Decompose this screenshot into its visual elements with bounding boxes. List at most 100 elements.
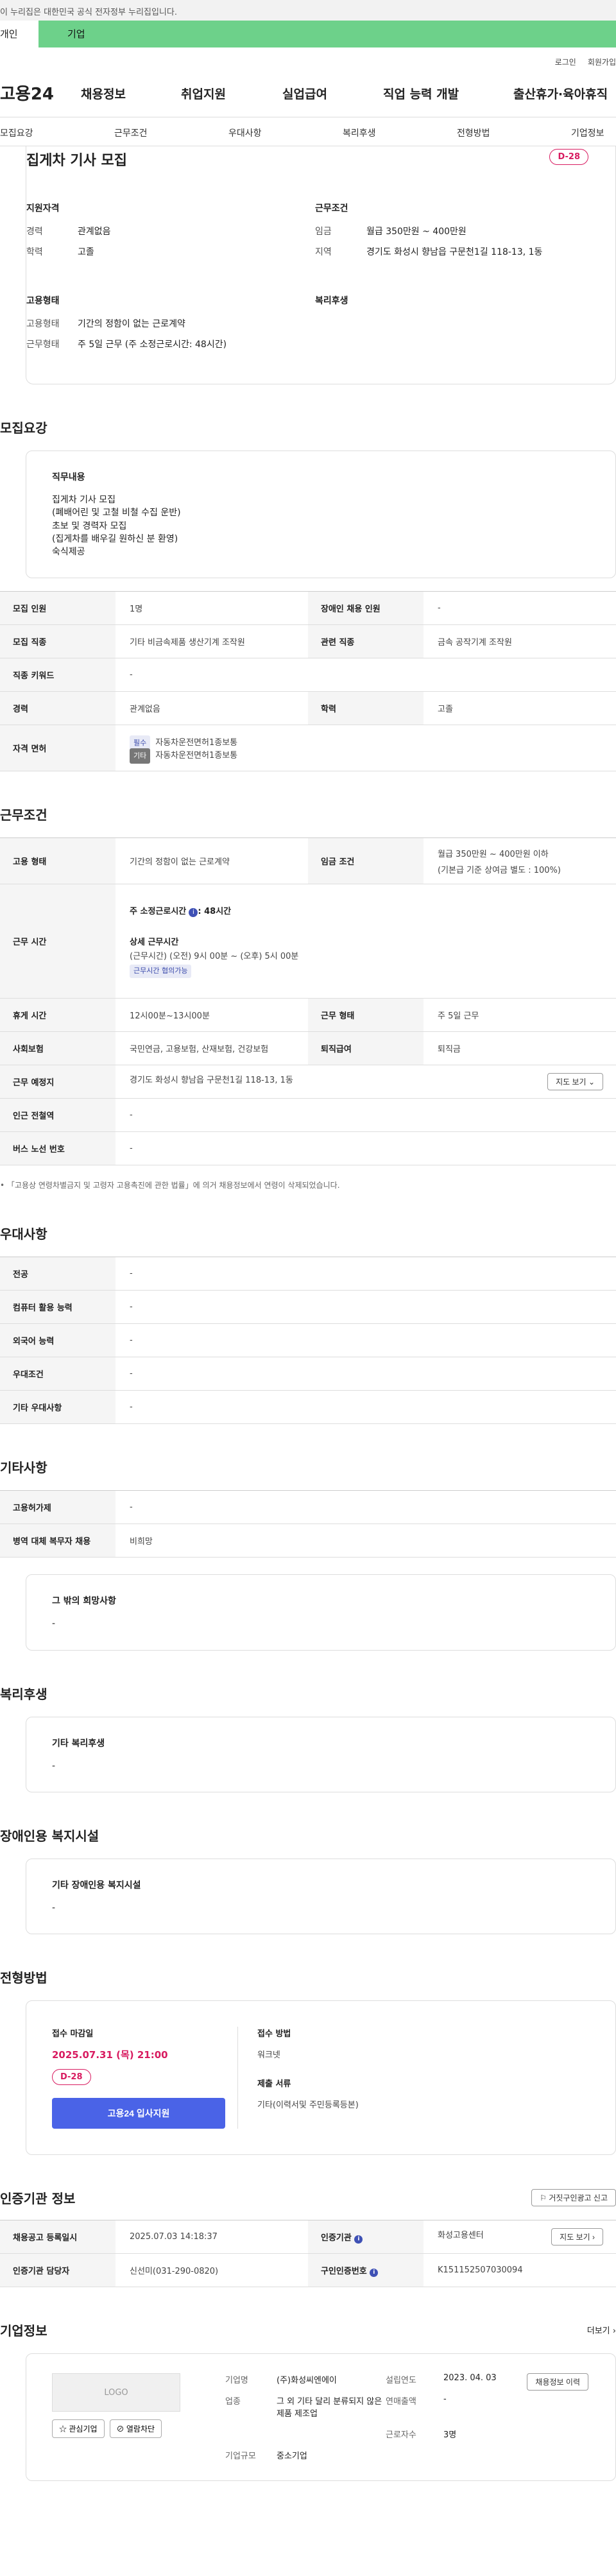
welfare-text: - [52,1760,56,1771]
lnb-recruit[interactable]: 모집요강 [0,126,33,139]
wage-label: 임금 조건 [308,837,424,885]
gnb-skills[interactable]: 직업 능력 개발 [383,85,459,102]
table-row: 모집 인원 1명 장애인 채용 인원 - [0,591,616,626]
login-link[interactable]: 로그인 [555,56,576,67]
job-type-value: 기타 비금속제품 생산기계 조작원 [116,624,308,659]
edu-value: 고졸 [424,691,616,726]
summary-conditions: 근무조건 임금 월급 350만원 ~ 400만원 지역 경기도 화성시 향남읍 구문… [315,202,591,358]
deadline-value: 2025.07.31 (목) 21:00 [52,2049,168,2061]
method-heading: 접수 방법 [257,2029,291,2039]
site-logo[interactable]: 고용24 [0,81,54,105]
corp-name-value: (주)화성씨엔에이 [277,2376,337,2386]
table-row: 모집 직종 기타 비금속제품 생산기계 조작원 관련 직종 금속 공작기계 조작원 [0,624,616,659]
corp-section-title: 기업정보 [0,2323,47,2339]
license-1: 자동차운전면허1종보통 [155,737,238,748]
table-row: 경력 관계없음 학력 고졸 [0,691,616,726]
station-label: 인근 전철역 [0,1098,116,1133]
tab-corporate[interactable]: 기업 [38,21,616,47]
staff-label: 근로자수 [386,2430,416,2441]
block-view-button[interactable]: ⊘ 열람차단 [109,2419,162,2439]
etc-table: 고용허가제 - 병역 대체 복무자 채용 비희망 [0,1490,616,1558]
tab-personal[interactable]: 개인 [0,21,38,47]
apply-dday-badge: D-28 [52,2069,91,2086]
gnb-parental-leave[interactable]: 출산휴가·육아휴직 [513,85,608,102]
emptype-label: 고용 형태 [0,837,116,885]
star-icon: ☆ [59,2425,67,2434]
corp-box: LOGO ☆ 관심기업 ⊘ 열람차단 기업명 (주)화성씨엔에이 설립연도 2023… [26,2353,616,2482]
summary-career-label: 경력 [26,227,43,237]
pref-table: 전공 - 컴퓨터 활용 능력 - 외국어 능력 - 우대조건 - 기타 우대사항 - [0,1257,616,1425]
job-title: 집게차 기사 모집 [26,153,127,169]
corp-more-link[interactable]: 더보기 › [587,2324,616,2336]
table-row: 채용공고 등록일시 2025.07.03 14:18:37 인증기관 i 화성고용… [0,2220,616,2254]
gnb-unemployment[interactable]: 실업급여 [282,85,327,102]
summary-edu-value: 고졸 [78,247,94,257]
map-button[interactable]: 지도 보기 ⌄ [547,1073,603,1091]
etc-section-title: 기타사항 [0,1460,47,1476]
retire-value: 퇴직금 [424,1031,616,1066]
cert-map-button[interactable]: 지도 보기 › [551,2228,603,2246]
block-icon: ⊘ [116,2425,124,2434]
table-row: 버스 노선 번호 - [0,1131,616,1166]
detail-hours-value: (근무시간) (오전) 9시 00분 ~ (오후) 5시 00분 [130,951,299,961]
keyword-label: 직종 키워드 [0,658,116,692]
military-value: 비희망 [116,1524,616,1558]
table-row: 사회보험 국민연금, 고용보험, 산재보험, 건강보험 퇴직급여 퇴직금 [0,1031,616,1066]
size-label: 기업규모 [225,2451,256,2462]
wage-value-line1: 월급 350만원 ~ 400만원 이하 [438,849,549,859]
age-notice: • 「고용상 연령차별금지 및 고령자 고용촉진에 관한 법률」에 의거 채용정… [0,1181,340,1190]
apply-box: 접수 마감일 2025.07.31 (목) 21:00 D-28 고용24 입사… [26,2000,616,2156]
license-value: 필수 자동차운전면허1종보통 기타 자동차운전면허1종보통 [116,725,616,772]
fav-company-button[interactable]: ☆ 관심기업 [52,2419,105,2439]
workplace-label: 근무 예정지 [0,1065,116,1099]
info-icon[interactable]: i [189,907,198,917]
gnb-employment-support[interactable]: 취업지원 [181,85,226,102]
lnb-work[interactable]: 근무조건 [114,126,148,139]
gnb-job-info[interactable]: 채용정보 [81,85,126,102]
pref-cond-label: 우대조건 [0,1357,116,1391]
pref-section-title: 우대사항 [0,1226,47,1242]
summary-wage-label: 임금 [315,227,332,237]
military-label: 병역 대체 복무자 채용 [0,1524,116,1558]
summary-loc-value: 경기도 화성시 향남읍 구문천1길 118-13, 1동 [366,247,543,257]
table-row: 외국어 능력 - [0,1323,616,1358]
join-link[interactable]: 회원가입 [588,56,616,67]
section-nav: 모집요강 근무조건 우대사항 복리후생 전형방법 기업정보 [0,117,616,146]
summary-workform-value: 주 5일 근무 (주 소정근로시간: 48시간) [78,339,227,350]
reg-date-value: 2025.07.03 14:18:37 [116,2220,308,2254]
info-icon[interactable]: i [370,2268,379,2277]
license-2: 자동차운전면허1종보통 [155,750,238,760]
table-row: 전공 - [0,1257,616,1291]
table-row: 고용허가제 - [0,1490,616,1525]
pc-label: 컴퓨터 활용 능력 [0,1290,116,1325]
weekly-hours-value: : 48시간 [198,906,232,916]
license-other-tag: 기타 [130,748,151,764]
duty-box: 직무내용 집게차 기사 모집 (폐배어린 및 고철 비철 수집 운반) 초보 및… [26,451,616,579]
apply-button[interactable]: 고용24 입사지원 [52,2098,225,2129]
summary-edu-label: 학력 [26,247,43,257]
job-history-button[interactable]: 채용정보 이력 [527,2373,588,2391]
lnb-apply[interactable]: 전형방법 [457,126,490,139]
insurance-value: 국민연금, 고용보험, 산재보험, 건강보험 [116,1031,308,1066]
industry-value: 그 외 기타 달리 분류되지 않은 제품 제조업 [277,2397,382,2419]
lnb-corp[interactable]: 기업정보 [571,126,604,139]
info-icon[interactable]: i [354,2235,363,2244]
table-row: 근무 시간 주 소정근로시간 i: 48시간 상세 근무시간 (근무시간) (오… [0,884,616,999]
table-row: 병역 대체 복무자 채용 비희망 [0,1524,616,1558]
method-value: 워크넷 [257,2050,280,2061]
headcount-label: 모집 인원 [0,591,116,626]
summary-emptype-label: 고용형태 [26,319,60,329]
disabled-hire-label: 장애인 채용 인원 [308,591,424,626]
wish-heading: 그 밖의 희망사항 [52,1596,116,1607]
table-row: 인근 전철역 - [0,1098,616,1133]
related-job-value: 금속 공작기계 조작원 [424,624,616,659]
apply-section-title: 전형방법 [0,1970,47,1986]
workform-value: 주 5일 근무 [424,998,616,1033]
lnb-pref[interactable]: 우대사항 [228,126,262,139]
insurance-label: 사회보험 [0,1031,116,1066]
lnb-welfare[interactable]: 복리후생 [343,126,376,139]
lang-value: - [116,1323,616,1358]
report-button[interactable]: ⚐ 거짓구인광고 신고 [531,2189,616,2207]
permit-value: - [116,1490,616,1525]
related-job-label: 관련 직종 [308,624,424,659]
